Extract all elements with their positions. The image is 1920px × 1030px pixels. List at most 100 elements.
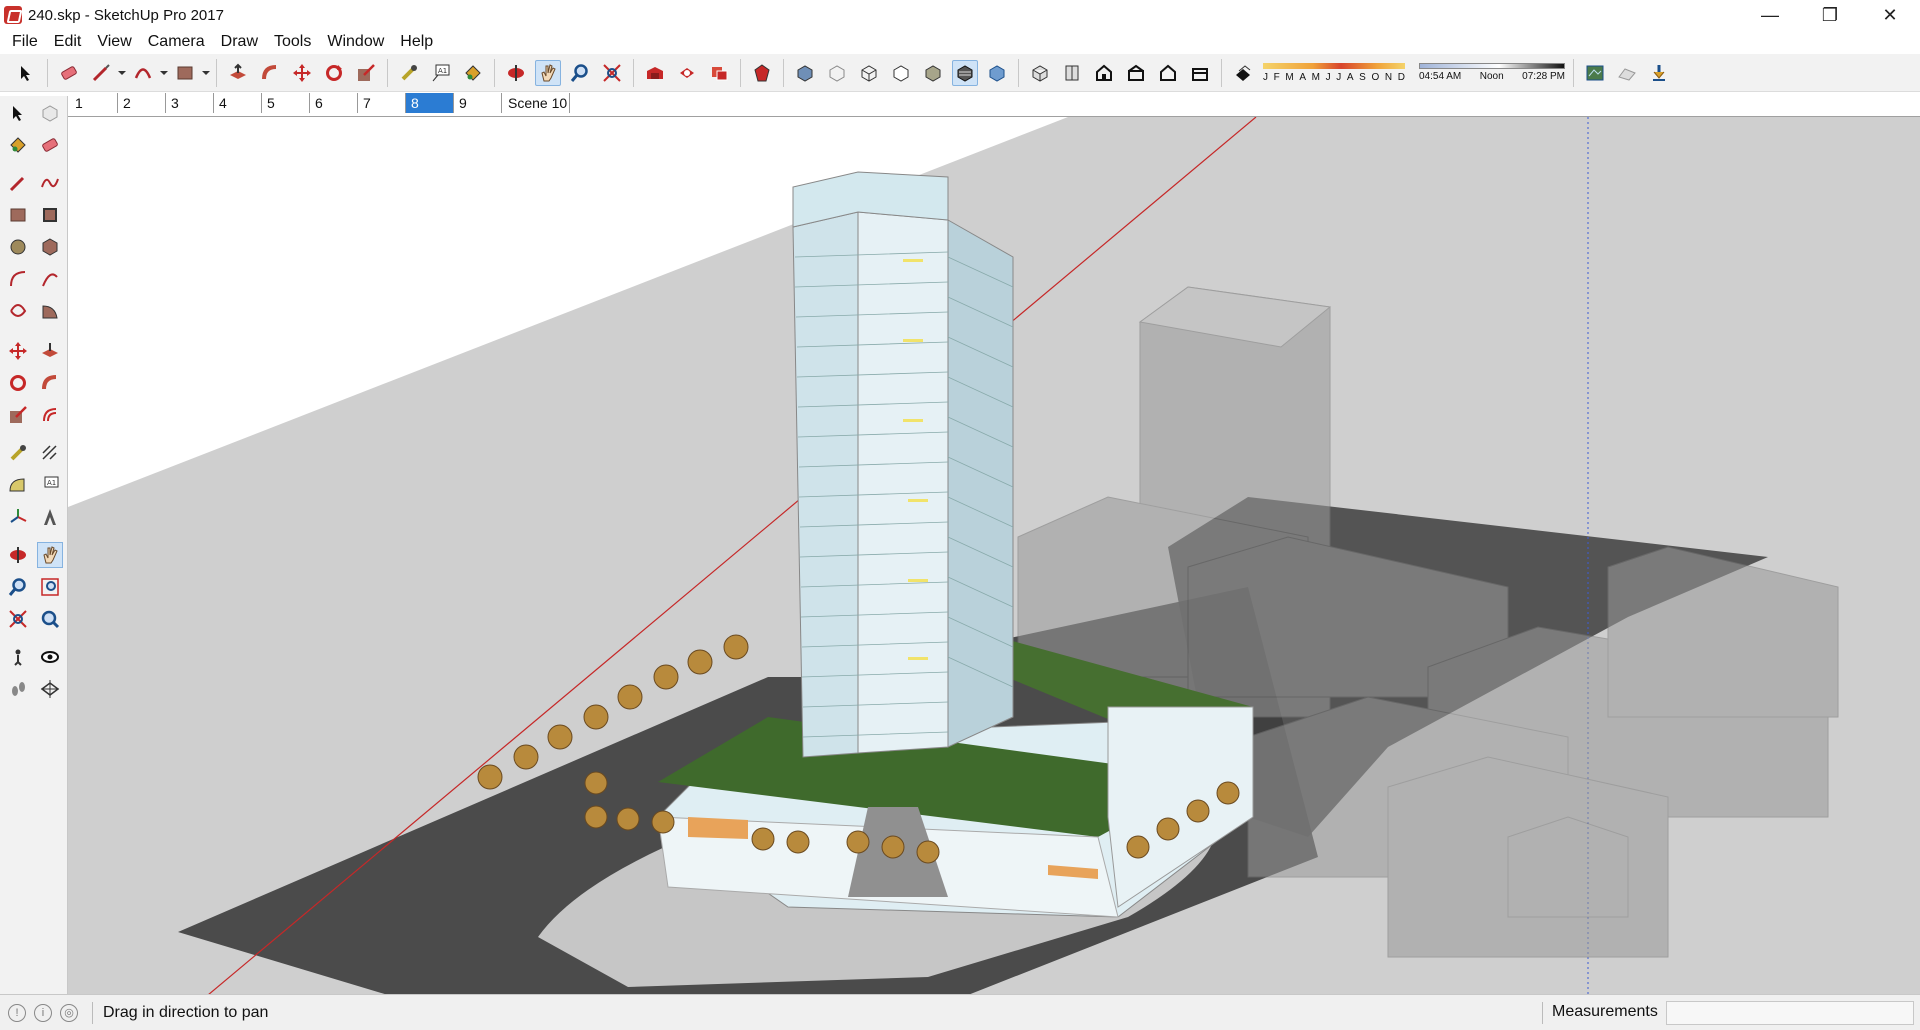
dimension-icon[interactable] xyxy=(37,440,63,466)
push-pull-tool-icon[interactable] xyxy=(225,60,251,86)
orbit-icon[interactable] xyxy=(5,542,31,568)
pan-icon[interactable] xyxy=(37,542,63,568)
axes-icon[interactable] xyxy=(5,504,31,530)
rectangle-tool-dropdown-icon[interactable] xyxy=(201,60,211,86)
warehouse-icon[interactable] xyxy=(642,60,668,86)
rotated-rectangle-icon[interactable] xyxy=(37,202,63,228)
scene-tab-8[interactable]: 8 xyxy=(406,93,454,113)
look-around-icon[interactable] xyxy=(37,644,63,670)
rectangle-tool-icon[interactable] xyxy=(172,60,198,86)
menu-file[interactable]: File xyxy=(4,30,46,54)
measurements-input[interactable] xyxy=(1666,1001,1914,1025)
menu-tools[interactable]: Tools xyxy=(266,30,319,54)
previous-view-icon[interactable] xyxy=(37,606,63,632)
paint-bucket-tool-icon[interactable] xyxy=(460,60,486,86)
menu-window[interactable]: Window xyxy=(319,30,392,54)
rotate-tool-icon[interactable] xyxy=(321,60,347,86)
scene-tab-6[interactable]: 6 xyxy=(310,93,358,113)
display-shadows-icon[interactable] xyxy=(1230,60,1256,86)
user-account-icon[interactable]: ◎ xyxy=(60,1003,78,1022)
follow-me-tool-icon[interactable] xyxy=(257,60,283,86)
model-viewport[interactable] xyxy=(68,116,1920,994)
arc-icon[interactable] xyxy=(5,266,31,292)
circle-icon[interactable] xyxy=(5,234,31,260)
zoom-tool-icon[interactable] xyxy=(567,60,593,86)
credits-icon[interactable]: i xyxy=(34,1003,52,1022)
shadow-month-slider[interactable]: J F M A M J J A S O N D xyxy=(1263,57,1405,89)
wireframe-style-icon[interactable] xyxy=(856,60,882,86)
scene-tab-7[interactable]: 7 xyxy=(358,93,406,113)
position-camera-icon[interactable] xyxy=(5,644,31,670)
restore-button[interactable]: ❐ xyxy=(1800,0,1860,30)
polygon-icon[interactable] xyxy=(37,234,63,260)
line-tool-dropdown-icon[interactable] xyxy=(117,60,127,86)
offset-icon[interactable] xyxy=(37,402,63,428)
follow-me-icon[interactable] xyxy=(37,370,63,396)
shaded-style-icon[interactable] xyxy=(920,60,946,86)
orbit-tool-icon[interactable] xyxy=(503,60,529,86)
pie-icon[interactable] xyxy=(37,298,63,324)
rectangle-icon[interactable] xyxy=(5,202,31,228)
3d-model-scene[interactable] xyxy=(68,117,1920,994)
tape-measure-icon[interactable] xyxy=(5,440,31,466)
close-button[interactable]: ✕ xyxy=(1860,0,1920,30)
share-component-icon[interactable] xyxy=(706,60,732,86)
menu-draw[interactable]: Draw xyxy=(213,30,266,54)
toggle-terrain-icon[interactable] xyxy=(1614,60,1640,86)
photo-textures-icon[interactable] xyxy=(1646,60,1672,86)
scene-tab-3[interactable]: 3 xyxy=(166,93,214,113)
scene-tab-5[interactable]: 5 xyxy=(262,93,310,113)
monochrome-style-icon[interactable] xyxy=(984,60,1010,86)
tape-measure-tool-icon[interactable] xyxy=(396,60,422,86)
time-gradient-bar[interactable] xyxy=(1419,63,1565,69)
share-model-icon[interactable] xyxy=(674,60,700,86)
shaded-textures-style-icon[interactable] xyxy=(952,59,978,86)
zoom-icon[interactable] xyxy=(5,574,31,600)
add-location-icon[interactable] xyxy=(1582,60,1608,86)
xray-style-icon[interactable] xyxy=(792,60,818,86)
back-edges-style-icon[interactable] xyxy=(824,60,850,86)
hidden-line-style-icon[interactable] xyxy=(888,60,914,86)
extension-warehouse-icon[interactable] xyxy=(749,60,775,86)
menu-view[interactable]: View xyxy=(89,30,139,54)
scale-icon[interactable] xyxy=(5,402,31,428)
scene-tab-1[interactable]: 1 xyxy=(70,93,118,113)
walk-icon[interactable] xyxy=(5,676,31,702)
left-view-icon[interactable] xyxy=(1187,60,1213,86)
right-view-icon[interactable] xyxy=(1123,60,1149,86)
front-view-icon[interactable] xyxy=(1091,60,1117,86)
push-pull-icon[interactable] xyxy=(37,338,63,364)
pan-tool-icon[interactable] xyxy=(535,59,561,86)
protractor-icon[interactable] xyxy=(5,472,31,498)
rotate-icon[interactable] xyxy=(5,370,31,396)
zoom-extents-tool-icon[interactable] xyxy=(599,60,625,86)
3d-text-icon[interactable] xyxy=(37,504,63,530)
eraser-icon[interactable] xyxy=(37,132,63,158)
text-tool-icon[interactable]: A1 xyxy=(428,60,454,86)
arc-tool-dropdown-icon[interactable] xyxy=(159,60,169,86)
move-icon[interactable] xyxy=(5,338,31,364)
scene-tab-2[interactable]: 2 xyxy=(118,93,166,113)
make-component-icon[interactable] xyxy=(37,100,63,126)
back-view-icon[interactable] xyxy=(1155,60,1181,86)
select-icon[interactable] xyxy=(5,100,31,126)
line-tool-icon[interactable] xyxy=(88,60,114,86)
menu-help[interactable]: Help xyxy=(392,30,441,54)
menu-edit[interactable]: Edit xyxy=(46,30,90,54)
two-point-arc-icon[interactable] xyxy=(37,266,63,292)
shadow-time-slider[interactable]: 04:54 AM Noon 07:28 PM xyxy=(1419,57,1565,89)
eraser-tool-icon[interactable] xyxy=(56,60,82,86)
line-icon[interactable] xyxy=(5,170,31,196)
section-plane-icon[interactable] xyxy=(37,676,63,702)
text-icon[interactable]: A1 xyxy=(37,472,63,498)
scene-tab-4[interactable]: 4 xyxy=(214,93,262,113)
paint-bucket-icon[interactable] xyxy=(5,132,31,158)
select-tool-icon[interactable] xyxy=(13,60,39,86)
menu-camera[interactable]: Camera xyxy=(140,30,213,54)
scene-tab-9[interactable]: 9 xyxy=(454,93,502,113)
top-view-icon[interactable] xyxy=(1059,60,1085,86)
move-tool-icon[interactable] xyxy=(289,60,315,86)
month-gradient-bar[interactable] xyxy=(1263,62,1405,69)
scale-tool-icon[interactable] xyxy=(353,60,379,86)
three-point-arc-icon[interactable] xyxy=(5,298,31,324)
